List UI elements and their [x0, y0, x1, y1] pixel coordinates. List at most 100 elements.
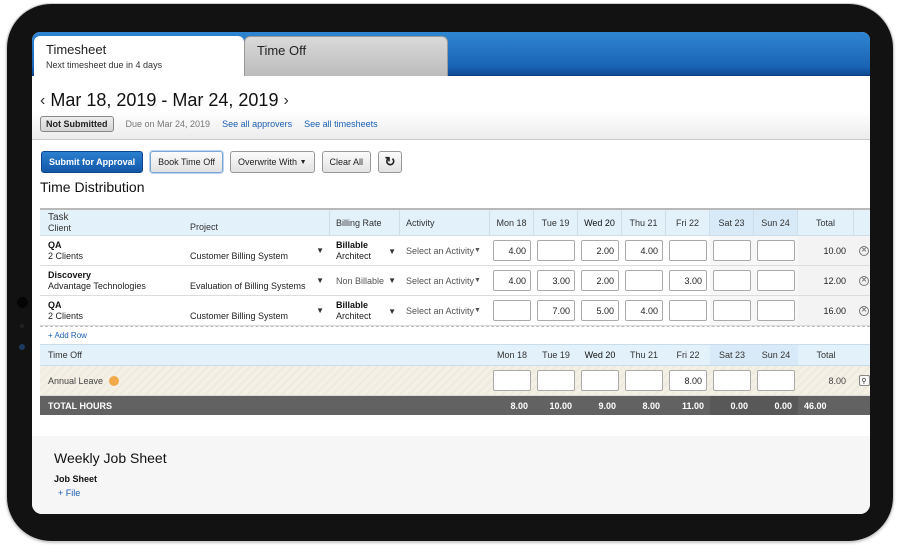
time-off-row: Annual Leave 8.00 ⚲	[40, 366, 870, 396]
tab-sublabel: Next timesheet due in 4 days	[46, 60, 163, 70]
time-off-hours-input[interactable]	[757, 370, 795, 391]
sensor-icon	[20, 324, 24, 328]
header-day: Mon 18	[490, 210, 534, 235]
project-dropdown[interactable]: Customer Billing System ▼	[190, 236, 330, 265]
hours-input[interactable]	[713, 300, 751, 321]
hours-input[interactable]	[713, 240, 751, 261]
task-name: QA	[48, 299, 62, 310]
activity-dropdown[interactable]: Select an Activity ▼	[400, 266, 490, 295]
search-icon[interactable]: ⚲	[858, 375, 870, 386]
hours-input[interactable]	[625, 300, 663, 321]
billing-type: Billable	[336, 239, 369, 250]
leave-type: Annual Leave	[48, 375, 104, 386]
tab-timesheet[interactable]: Timesheet Next timesheet due in 4 days	[34, 36, 244, 76]
chevron-right-icon[interactable]: ›	[283, 92, 288, 110]
hours-input[interactable]	[669, 300, 707, 321]
time-off-hours-input[interactable]	[493, 370, 531, 391]
time-off-hours-input[interactable]	[625, 370, 663, 391]
header-activity: Activity	[400, 210, 490, 235]
hours-input[interactable]	[537, 300, 575, 321]
book-time-off-button[interactable]: Book Time Off	[150, 151, 224, 173]
billing-role: Architect	[336, 250, 372, 261]
caret-down-icon: ▼	[388, 276, 396, 285]
leave-info-icon[interactable]	[109, 375, 120, 386]
row-total: 16.00	[798, 296, 854, 325]
header-day: Wed 20	[584, 350, 616, 360]
overwrite-with-dropdown[interactable]: Overwrite With ▼	[230, 151, 315, 173]
billing-rate-dropdown[interactable]: Non Billable ▼	[330, 266, 400, 295]
submit-for-approval-button[interactable]: Submit for Approval	[41, 151, 144, 173]
header-total: Total	[798, 210, 854, 235]
app-screen: Timesheet Next timesheet due in 4 days T…	[32, 32, 870, 514]
caret-down-icon: ▼	[474, 307, 481, 314]
hours-input[interactable]	[669, 270, 707, 291]
hours-input[interactable]	[625, 240, 663, 261]
status-badge: Not Submitted	[40, 116, 114, 132]
header-day: Mon 18	[496, 350, 528, 360]
section-title: Time Distribution	[40, 179, 145, 195]
time-off-hours-input[interactable]	[537, 370, 575, 391]
billing-rate-dropdown[interactable]: Billable Architect ▼	[330, 236, 400, 265]
billing-rate-dropdown[interactable]: Billable Architect ▼	[330, 296, 400, 325]
hours-input[interactable]	[625, 270, 663, 291]
caret-down-icon: ▼	[388, 247, 396, 256]
refresh-icon[interactable]: ↻	[378, 151, 403, 173]
row-total: 12.00	[798, 266, 854, 295]
remove-row-icon[interactable]: ✕	[859, 275, 869, 286]
hours-input[interactable]	[757, 240, 795, 261]
tab-label: Time Off	[257, 43, 307, 58]
time-off-hours-input[interactable]	[669, 370, 707, 391]
caret-down-icon: ▼	[316, 306, 324, 315]
activity-label: Select an Activity	[406, 275, 475, 286]
client-name: 2 Clients	[48, 250, 84, 261]
see-all-approvers-link[interactable]: See all approvers	[222, 119, 292, 129]
row-total: 10.00	[798, 236, 854, 265]
total-hours-label: TOTAL HOURS	[48, 400, 113, 411]
time-off-hours-input[interactable]	[581, 370, 619, 391]
hours-input[interactable]	[581, 300, 619, 321]
day-total: 10.00	[549, 400, 572, 411]
hours-input[interactable]	[537, 270, 575, 291]
day-total: 0.00	[754, 396, 798, 415]
clear-all-button[interactable]: Clear All	[321, 151, 372, 173]
overwrite-label: Overwrite With	[238, 157, 298, 167]
add-row-link[interactable]: + Add Row	[40, 326, 870, 344]
toolbar: Submit for Approval Book Time Off Overwr…	[32, 140, 870, 173]
header-task: Task	[48, 211, 69, 223]
header-day: Fri 22	[676, 350, 700, 360]
activity-dropdown[interactable]: Select an Activity ▼	[400, 296, 490, 325]
remove-row-icon[interactable]: ✕	[859, 305, 869, 316]
caret-down-icon: ▼	[474, 247, 481, 254]
remove-row-icon[interactable]: ✕	[859, 245, 869, 256]
billing-type: Non Billable	[336, 275, 385, 286]
hours-input[interactable]	[757, 270, 795, 291]
chevron-left-icon[interactable]: ‹	[40, 92, 45, 110]
task-name: Discovery	[48, 269, 92, 280]
header-day: Thu 21	[629, 350, 659, 360]
hours-input[interactable]	[581, 270, 619, 291]
project-dropdown[interactable]: Customer Billing System ▼	[190, 296, 330, 325]
header-day: Wed 20	[578, 210, 622, 235]
hours-input[interactable]	[581, 240, 619, 261]
time-off-header: Time Off	[48, 350, 83, 360]
project-dropdown[interactable]: Evaluation of Billing Systems ▼	[190, 266, 330, 295]
grid-header-row: Task Client Project Billing Rate Activit…	[40, 208, 870, 236]
header-client: Client	[48, 222, 72, 233]
row-total: 8.00	[828, 375, 846, 386]
add-file-link[interactable]: + File	[58, 488, 848, 498]
time-off-hours-input[interactable]	[713, 370, 751, 391]
activity-dropdown[interactable]: Select an Activity ▼	[400, 236, 490, 265]
hours-input[interactable]	[537, 240, 575, 261]
hours-input[interactable]	[757, 300, 795, 321]
hours-input[interactable]	[669, 240, 707, 261]
hours-input[interactable]	[713, 270, 751, 291]
day-total: 11.00	[681, 400, 704, 411]
tab-time-off[interactable]: Time Off	[244, 36, 448, 76]
hours-input[interactable]	[493, 270, 531, 291]
hours-input[interactable]	[493, 300, 531, 321]
see-all-timesheets-link[interactable]: See all timesheets	[304, 119, 378, 129]
day-total: 8.00	[510, 400, 528, 411]
hours-input[interactable]	[493, 240, 531, 261]
caret-down-icon: ▼	[316, 246, 324, 255]
time-off-header-row: Time Off Mon 18 Tue 19 Wed 20 Thu 21 Fri…	[40, 344, 870, 366]
